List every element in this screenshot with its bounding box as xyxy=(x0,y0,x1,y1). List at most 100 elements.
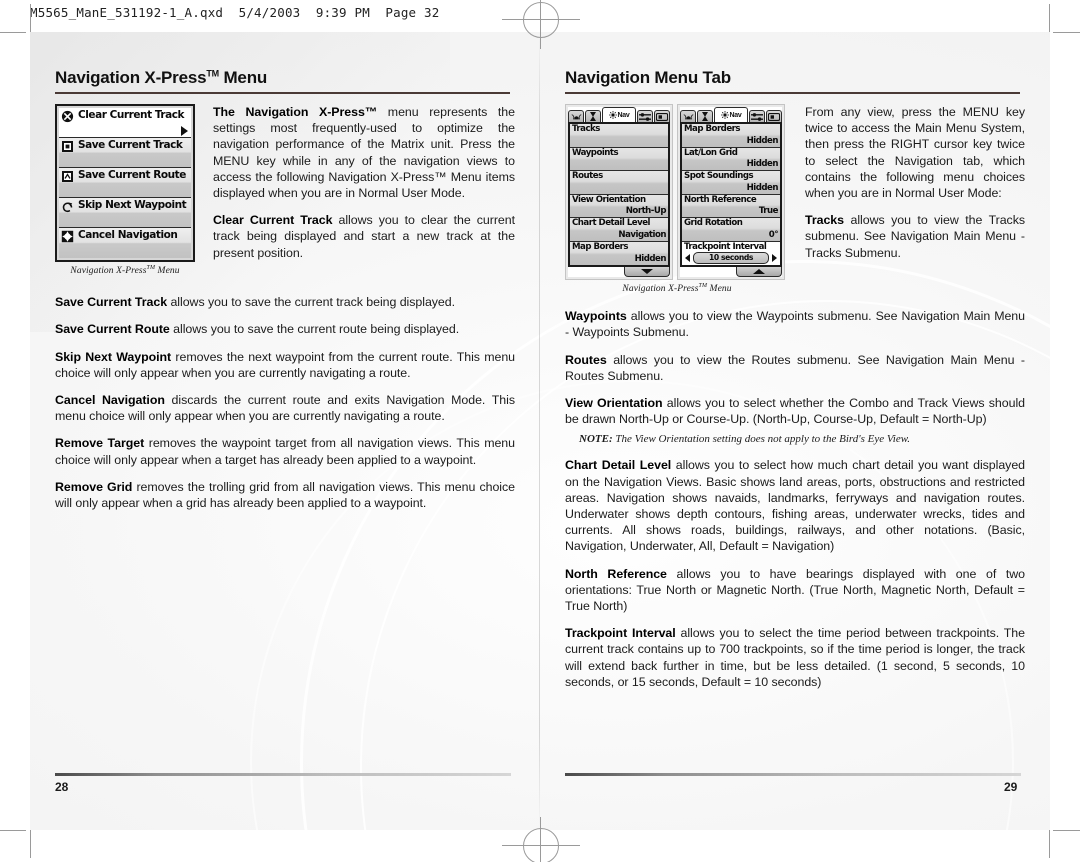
menu-row-label: Trackpoint Interval xyxy=(684,241,767,252)
scroll-down-tab[interactable] xyxy=(624,267,670,277)
nav-menu-figure: Nav Tracks Waypoints Routes View Orienta… xyxy=(565,104,789,294)
menu-row-grid-rotation[interactable]: Grid Rotation 0° xyxy=(682,218,780,242)
paragraph-text: allows you to select how much chart deta… xyxy=(565,458,1025,554)
menu-row-lat-lon-grid[interactable]: Lat/Lon Grid Hidden xyxy=(682,147,780,171)
xpress-item-clear-current-track[interactable]: Clear Current Track xyxy=(59,108,191,138)
tab-sonar[interactable] xyxy=(585,110,601,122)
paragraph-clear-current-track: Clear Current Track allows you to clear … xyxy=(213,212,515,261)
menu-row-value: 0° xyxy=(768,229,779,240)
left-footer-rule xyxy=(55,773,511,776)
tab-nav[interactable]: Nav xyxy=(602,107,636,122)
left-page-number: 28 xyxy=(55,780,69,794)
xpress-item-cancel-navigation[interactable]: Cancel Navigation xyxy=(59,228,191,258)
paragraph-intro: The Navigation X-Press™ menu represents … xyxy=(213,104,515,201)
paragraph-lead: View Orientation xyxy=(565,395,663,410)
paragraph-save-current-route: Save Current Route allows you to save th… xyxy=(55,321,515,337)
menu-row-value: Hidden xyxy=(634,254,667,264)
paragraph-remove-grid: Remove Grid removes the trolling grid fr… xyxy=(55,479,515,511)
menu-row-trackpoint-interval[interactable]: Trackpoint Interval 10 seconds xyxy=(682,241,780,265)
nav-menu-screens: Nav Tracks Waypoints Routes View Orienta… xyxy=(565,104,789,280)
paragraph-lead: Save Current Route xyxy=(55,322,170,337)
spinner-value: 10 seconds xyxy=(693,252,769,264)
scroll-indicator-up[interactable] xyxy=(680,267,782,277)
tab-nav-label: Nav xyxy=(729,111,742,119)
left-title-rule xyxy=(55,92,510,94)
tab-views[interactable] xyxy=(654,110,670,122)
xpress-item-label: Save Current Track xyxy=(78,139,183,151)
menu-row-label: Waypoints xyxy=(572,147,619,158)
caret-down-icon xyxy=(641,269,653,274)
menu-row-spot-soundings[interactable]: Spot Soundings Hidden xyxy=(682,171,780,195)
menu-row-value: Navigation xyxy=(618,229,666,240)
menu-row-label: Map Borders xyxy=(572,241,629,252)
tab-views[interactable] xyxy=(766,110,782,122)
scroll-indicator-down[interactable] xyxy=(568,267,670,277)
manual-page-spread: M5565_ManE_531192-1_A.qxd 5/4/2003 9:39 … xyxy=(0,0,1080,862)
nav-menu-screen-first: Nav Tracks Waypoints Routes View Orienta… xyxy=(565,104,673,280)
right-page-column: Navigation Menu Tab Nav Tracks Waypoints… xyxy=(565,68,1025,701)
crop-mark-bl-h xyxy=(0,830,26,831)
menu-row-label: View Orientation xyxy=(572,194,646,205)
menu-row-map-borders[interactable]: Map Borders Hidden xyxy=(682,124,780,148)
paragraph-text: From any view, press the MENU key twice … xyxy=(805,105,1025,201)
xpress-item-label: Cancel Navigation xyxy=(78,229,178,241)
right-page-title: Navigation Menu Tab xyxy=(565,68,731,87)
paragraph-lead: North Reference xyxy=(565,566,667,581)
paragraph-skip-next-waypoint: Skip Next Waypoint removes the next wayp… xyxy=(55,349,515,381)
tab-nav-label: Nav xyxy=(617,111,630,119)
menu-row-chart-detail-level[interactable]: Chart Detail Level Navigation xyxy=(570,218,668,242)
paragraph-lead: Trackpoint Interval xyxy=(565,626,676,641)
right-footer-rule xyxy=(565,773,1021,776)
menu-row-routes[interactable]: Routes xyxy=(570,171,668,195)
left-page-title-main: Navigation X-Press xyxy=(55,68,207,87)
menu-row-tracks[interactable]: Tracks xyxy=(570,124,668,148)
menu-row-view-orientation[interactable]: View Orientation North-Up xyxy=(570,194,668,218)
xpress-figure-caption: Navigation X-PressTM Menu xyxy=(55,265,195,276)
tab-alarm[interactable] xyxy=(568,110,584,122)
menu-row-north-reference[interactable]: North Reference True xyxy=(682,194,780,218)
trackpoint-interval-spinner[interactable]: 10 seconds xyxy=(685,252,777,264)
crop-mark-tl-v xyxy=(30,4,31,32)
crop-mark-tl-h xyxy=(0,32,26,33)
paragraph-lead: Clear Current Track xyxy=(213,213,333,228)
note-label: NOTE: xyxy=(579,433,613,446)
paragraph-waypoints: Waypoints allows you to view the Waypoin… xyxy=(565,308,1025,340)
menu-row-value: Hidden xyxy=(746,182,779,193)
xpress-item-skip-next-waypoint[interactable]: Skip Next Waypoint xyxy=(59,198,191,228)
paragraph-chart-detail-level: Chart Detail Level allows you to select … xyxy=(565,457,1025,554)
page-fold-line xyxy=(539,32,540,830)
menu-row-map-borders[interactable]: Map Borders Hidden xyxy=(570,241,668,265)
tab-nav[interactable]: Nav xyxy=(714,107,748,122)
xpress-item-save-current-track[interactable]: Save Current Track xyxy=(59,138,191,168)
xpress-item-label: Save Current Route xyxy=(78,169,186,181)
arrow-left-icon[interactable] xyxy=(685,254,690,262)
right-intro-text-block: From any view, press the MENU key twice … xyxy=(805,104,1025,261)
paragraph-remove-target: Remove Target removes the waypoint targe… xyxy=(55,435,515,467)
menu-row-label: Routes xyxy=(572,171,603,181)
tab-sonar[interactable] xyxy=(697,110,713,122)
tab-bar: Nav xyxy=(680,107,782,122)
caption-tm: TM xyxy=(698,283,708,289)
paragraph-text: allows you to save the current track bei… xyxy=(167,295,456,310)
tab-setup[interactable] xyxy=(749,110,765,122)
arrow-right-icon[interactable] xyxy=(772,254,777,262)
paragraph-text: allows you to view the Waypoints submenu… xyxy=(565,309,1025,340)
paragraph-lead: Remove Grid xyxy=(55,479,133,494)
paragraph-text: allows you to view the Routes submenu. S… xyxy=(565,352,1025,383)
tab-setup[interactable] xyxy=(637,110,653,122)
menu-row-waypoints[interactable]: Waypoints xyxy=(570,147,668,171)
paragraph-lead: Save Current Track xyxy=(55,295,168,310)
note-text: The View Orientation setting does not ap… xyxy=(612,433,910,446)
caption-main: Navigation X-Press xyxy=(622,284,699,295)
tab-alarm[interactable] xyxy=(680,110,696,122)
right-page-number: 29 xyxy=(1004,780,1018,794)
paragraph-lead: Chart Detail Level xyxy=(565,458,672,473)
registration-mark-top xyxy=(502,0,580,49)
xpress-item-save-current-route[interactable]: Save Current Route xyxy=(59,168,191,198)
nav-menu-screen-second: Nav Map Borders Hidden Lat/Lon Grid Hidd… xyxy=(677,104,785,280)
nav-menu-list-second: Map Borders Hidden Lat/Lon Grid Hidden S… xyxy=(680,122,782,267)
scroll-up-tab[interactable] xyxy=(736,267,782,277)
menu-row-value: Hidden xyxy=(746,159,779,169)
chevron-right-icon[interactable] xyxy=(181,126,188,136)
xpress-item-label: Skip Next Waypoint xyxy=(78,199,187,211)
